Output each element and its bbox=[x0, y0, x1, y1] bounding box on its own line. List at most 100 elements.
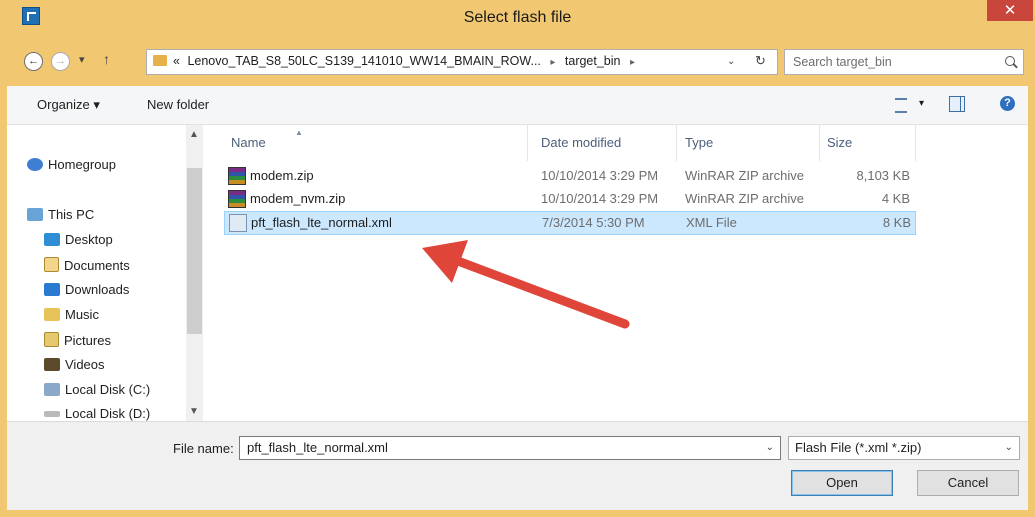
address-row: ← → ▾ ↑ « Lenovo_TAB_S8_50LC_S139_141010… bbox=[7, 38, 1028, 86]
forward-button[interactable]: → bbox=[51, 52, 70, 71]
nav-item-label: Homegroup bbox=[48, 157, 116, 172]
documents-icon bbox=[44, 257, 59, 272]
cancel-button[interactable]: Cancel bbox=[917, 470, 1019, 496]
recent-locations-button[interactable]: ▾ bbox=[79, 53, 85, 66]
file-list: Name ▲ Date modified Type Size modem.zip… bbox=[205, 125, 1028, 421]
column-header-type[interactable]: Type bbox=[685, 135, 713, 150]
nav-item-documents[interactable]: Documents bbox=[44, 257, 130, 273]
file-date: 10/10/2014 3:29 PM bbox=[541, 191, 659, 206]
chevron-down-icon[interactable]: ⌄ bbox=[766, 442, 774, 453]
nav-item-label: Documents bbox=[64, 258, 130, 273]
breadcrumb-item[interactable]: Lenovo_TAB_S8_50LC_S139_141010_WW14_BMAI… bbox=[187, 54, 540, 68]
up-button[interactable]: ↑ bbox=[103, 51, 110, 67]
dialog-client: ← → ▾ ↑ « Lenovo_TAB_S8_50LC_S139_141010… bbox=[7, 38, 1028, 510]
nav-item-pictures[interactable]: Pictures bbox=[44, 332, 111, 348]
nav-item-homegroup[interactable]: Homegroup bbox=[27, 157, 116, 172]
address-dropdown-icon[interactable]: ⌄ bbox=[727, 56, 735, 67]
file-size: 8 KB bbox=[882, 215, 911, 230]
scroll-down-icon[interactable]: ▼ bbox=[189, 406, 199, 417]
winrar-icon bbox=[228, 167, 246, 185]
file-size: 4 KB bbox=[881, 191, 910, 206]
new-folder-button[interactable]: New folder bbox=[147, 97, 209, 112]
computer-icon bbox=[27, 208, 43, 221]
organize-button[interactable]: Organize ▾ bbox=[37, 97, 100, 113]
nav-item-downloads[interactable]: Downloads bbox=[44, 282, 129, 297]
drive-icon bbox=[44, 411, 60, 417]
nav-item-label: This PC bbox=[48, 207, 95, 222]
help-icon[interactable]: ? bbox=[1000, 96, 1015, 111]
nav-item-videos[interactable]: Videos bbox=[44, 357, 105, 372]
column-divider[interactable] bbox=[915, 125, 916, 161]
file-row[interactable]: modem_nvm.zip 10/10/2014 3:29 PM WinRAR … bbox=[224, 188, 914, 210]
winrar-icon bbox=[228, 190, 246, 208]
nav-item-label: Videos bbox=[65, 357, 105, 372]
folder-icon bbox=[153, 55, 167, 66]
navigation-pane: Homegroup This PC Desktop Documents Down… bbox=[7, 125, 205, 421]
window-title: Select flash file bbox=[463, 9, 572, 26]
nav-item-local-disk-d[interactable]: Local Disk (D:) bbox=[44, 406, 150, 421]
breadcrumb-separator-icon[interactable]: ▸ bbox=[630, 57, 635, 68]
column-header-date[interactable]: Date modified bbox=[541, 135, 621, 150]
refresh-icon[interactable]: ↻ bbox=[755, 53, 766, 69]
file-name-label: File name: bbox=[173, 441, 234, 456]
videos-icon bbox=[44, 358, 60, 371]
column-header-name[interactable]: Name bbox=[231, 135, 266, 150]
column-divider[interactable] bbox=[676, 125, 677, 161]
dialog-footer: File name: pft_flash_lte_normal.xml ⌄ Fl… bbox=[7, 421, 1028, 510]
command-toolbar: Organize ▾ New folder ▾ ? bbox=[7, 86, 1028, 125]
file-type: WinRAR ZIP archive bbox=[685, 191, 804, 206]
file-name: modem.zip bbox=[250, 168, 314, 183]
back-button[interactable]: ← bbox=[24, 52, 43, 71]
file-type-filter[interactable]: Flash File (*.xml *.zip) ⌄ bbox=[788, 436, 1020, 460]
view-options-dropdown-icon[interactable]: ▾ bbox=[919, 98, 924, 109]
open-button[interactable]: Open bbox=[791, 470, 893, 496]
change-view-icon[interactable] bbox=[895, 98, 907, 113]
homegroup-icon bbox=[27, 158, 43, 171]
file-name: modem_nvm.zip bbox=[250, 191, 346, 206]
nav-item-local-disk-c[interactable]: Local Disk (C:) bbox=[44, 382, 150, 397]
nav-item-label: Music bbox=[65, 307, 99, 322]
drive-icon bbox=[44, 383, 60, 396]
sort-ascending-icon: ▲ bbox=[295, 128, 303, 137]
scroll-up-icon[interactable]: ▲ bbox=[189, 129, 199, 140]
nav-item-desktop[interactable]: Desktop bbox=[44, 232, 113, 247]
nav-item-music[interactable]: Music bbox=[44, 307, 99, 322]
file-type: WinRAR ZIP archive bbox=[685, 168, 804, 183]
address-bar[interactable]: « Lenovo_TAB_S8_50LC_S139_141010_WW14_BM… bbox=[146, 49, 778, 75]
search-icon[interactable] bbox=[1005, 56, 1015, 66]
music-icon bbox=[44, 308, 60, 321]
xml-file-icon bbox=[229, 214, 247, 232]
search-input[interactable]: Search target_bin bbox=[784, 49, 1024, 75]
scrollbar-thumb[interactable] bbox=[187, 168, 202, 334]
column-divider[interactable] bbox=[527, 125, 528, 161]
column-divider[interactable] bbox=[819, 125, 820, 161]
downloads-icon bbox=[44, 283, 60, 296]
breadcrumb-separator-icon[interactable]: ▸ bbox=[550, 57, 555, 68]
breadcrumb: « Lenovo_TAB_S8_50LC_S139_141010_WW14_BM… bbox=[173, 54, 641, 68]
nav-item-label: Desktop bbox=[65, 232, 113, 247]
nav-scrollbar[interactable]: ▲ ▼ bbox=[186, 125, 203, 421]
close-button[interactable]: ✕ bbox=[987, 0, 1033, 21]
breadcrumb-item[interactable]: target_bin bbox=[565, 54, 621, 68]
file-date: 7/3/2014 5:30 PM bbox=[542, 215, 645, 230]
breadcrumb-overflow[interactable]: « bbox=[173, 54, 180, 68]
column-header-size[interactable]: Size bbox=[827, 135, 852, 150]
file-name: pft_flash_lte_normal.xml bbox=[251, 215, 392, 230]
nav-item-label: Pictures bbox=[64, 333, 111, 348]
nav-item-label: Local Disk (C:) bbox=[65, 382, 151, 397]
file-name-value: pft_flash_lte_normal.xml bbox=[247, 440, 388, 455]
nav-item-label: Downloads bbox=[65, 282, 130, 297]
nav-item-this-pc[interactable]: This PC bbox=[27, 207, 94, 222]
file-name-field[interactable]: pft_flash_lte_normal.xml ⌄ bbox=[239, 436, 781, 460]
file-size: 8,103 KB bbox=[856, 168, 911, 183]
file-row-selected[interactable]: pft_flash_lte_normal.xml 7/3/2014 5:30 P… bbox=[224, 211, 916, 235]
chevron-down-icon[interactable]: ⌄ bbox=[1005, 442, 1013, 453]
nav-item-label: Local Disk (D:) bbox=[65, 406, 151, 421]
file-date: 10/10/2014 3:29 PM bbox=[541, 168, 659, 183]
file-type-filter-value: Flash File (*.xml *.zip) bbox=[795, 440, 922, 455]
preview-pane-icon[interactable] bbox=[949, 96, 965, 112]
file-row[interactable]: modem.zip 10/10/2014 3:29 PM WinRAR ZIP … bbox=[224, 165, 914, 187]
file-type: XML File bbox=[686, 215, 737, 230]
pictures-icon bbox=[44, 332, 59, 347]
desktop-icon bbox=[44, 233, 60, 246]
